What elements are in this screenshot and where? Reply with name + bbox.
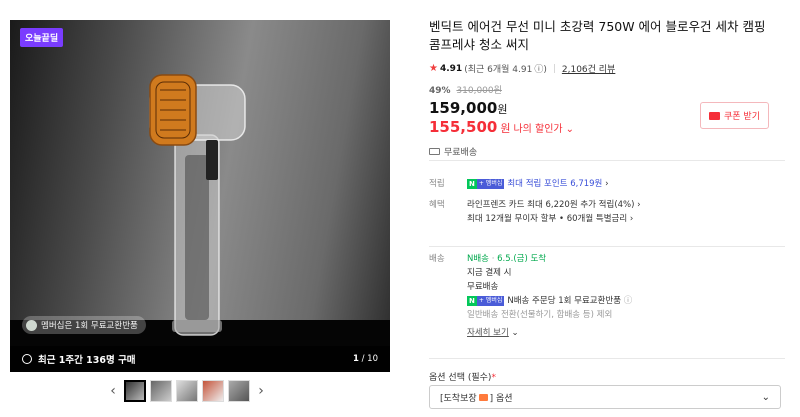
exchange-text: N배송 주문당 1회 무료교환반품 [507,296,622,306]
recent-buy-bar: 최근 1주간 136명 구매 1 / 10 [10,346,390,372]
coupon-button[interactable]: 쿠폰 받기 [700,102,769,129]
chevron-down-icon: ⌄ [565,124,575,135]
product-image-gallery[interactable]: 오늘끝딜 멤버십은 1회 무료교환반품 최근 1주간 136명 구매 1 / 1… [10,20,390,372]
card-benefit-row: 혜택 라인프렌즈 카드 최대 6,220원 추가 적립(4%) › 최대 12개… [429,198,641,226]
clock-icon [22,354,32,364]
membership-chip: 멤버십은 1회 무료교환반품 [22,316,146,334]
recent-buy-text: 최근 1주간 136명 구매 [38,355,136,366]
image-pager: 1 / 10 [353,354,378,364]
rating-recent: (최근 6개월 4.91 [464,65,533,75]
points-text: 최대 적립 포인트 6,719원 [507,179,603,189]
free-shipping-row: 무료배송 [429,145,785,158]
chevron-right-icon: › [637,200,641,210]
required-mark: * [491,373,496,383]
free-shipping-text: 무료배송 [444,148,478,158]
chevron-right-icon: › [605,179,609,189]
thumbnail-5[interactable] [228,380,250,402]
more-details-link[interactable]: 자세히 보기 ⌄ [467,326,519,340]
delivery-row: 배송 N배송 · 6.5.(금) 도착 지금 결제 시 무료배송 N + 멤버십 N… [429,252,632,340]
today-deal-badge: 오늘끝딜 [20,28,64,47]
delivery-key: 배송 [429,254,445,264]
npay-membership-badge: N + 멤버십 [467,295,505,306]
sale-price-value: 159,000 [429,99,498,117]
star-icon: ★ [429,63,438,74]
option-select-suffix: ] 옵션 [489,393,513,404]
card-line-1-text: 라인프렌즈 카드 최대 6,220원 추가 적립(4%) [467,200,635,210]
info-icon[interactable]: ⓘ [624,296,633,306]
prev-image-button[interactable]: ‹ [106,383,120,399]
coupon-icon [709,111,721,120]
info-icon[interactable]: ⓘ) [534,62,547,75]
delivery-values: N배송 · 6.5.(금) 도착 지금 결제 시 무료배송 N + 멤버십 N배송 … [467,254,633,340]
delivery-free-text: 무료배송 [467,282,499,292]
option-select[interactable]: [도착보장 ] 옵션 ⌄ [429,385,781,409]
pager-current: 1 [352,354,359,364]
card-line-2-text: 최대 12개월 무이자 할부 • 60개월 특별금리 [467,214,628,224]
order-now-text: 지금 결제 시 [467,268,512,278]
product-title: 벤딕트 에어건 무선 미니 초강력 750W 에어 블로우건 세차 캠핑 콤프레… [429,19,766,52]
product-info-panel: 벤딕트 에어건 무선 미니 초강력 750W 에어 블로우건 세차 캠핑 콤프레… [429,18,785,409]
general-delivery-text: 일반배송 전환(선물하기, 합배송 등) 제외 [467,310,613,320]
rating-row: ★ 4.91 (최근 6개월 4.91 ⓘ) | 2,106건 리뷰 [429,62,785,75]
chevron-right-icon: › [629,214,634,224]
my-price-value: 155,500 [429,118,498,136]
rating-divider: | [552,63,556,74]
option-label: 옵션 선택 (필수)* [429,370,496,383]
membership-text: 멤버십은 1회 무료교환반품 [41,321,138,331]
card-values: 라인프렌즈 카드 최대 6,220원 추가 적립(4%) › 최대 12개월 무… [467,198,641,226]
my-price-unit: 원 [500,122,511,135]
my-price-label: 나의 할인가 [513,124,563,135]
truck-badge-icon [478,393,488,401]
arrival-date: 6.5.(금) 도착 [497,254,547,264]
thumbnail-1[interactable] [124,380,146,402]
option-select-prefix: [도착보장 [440,393,477,404]
next-image-button[interactable]: › [254,383,268,399]
card-line-2[interactable]: 최대 12개월 무이자 할부 • 60개월 특별금리 › [467,214,633,224]
membership-icon [26,319,37,331]
chevron-down-icon: ⌄ [511,328,519,338]
divider [429,160,785,161]
divider [429,358,785,359]
thumbnail-2[interactable] [150,380,172,402]
coupon-label: 쿠폰 받기 [724,112,760,122]
chevron-down-icon: ⌄ [761,391,770,403]
card-key: 혜택 [429,200,445,210]
thumbnail-3[interactable] [176,380,198,402]
points-row: 적립 N + 멤버십 최대 적립 포인트 6,719원 › [429,177,608,191]
points-key: 적립 [429,179,445,189]
sale-price-unit: 원 [497,103,508,116]
reviews-link[interactable]: 2,106건 리뷰 [562,62,615,75]
original-price: 310,000원 [456,86,502,96]
thumbnail-strip: ‹ › [106,380,268,402]
discount-rate: 49% [429,86,451,96]
pager-total: / 10 [361,354,378,364]
npay-n: N [467,178,477,189]
more-details-text: 자세히 보기 [467,328,509,338]
npay-membership-badge: N + 멤버십 [467,178,505,189]
thumbnail-4[interactable] [202,380,224,402]
card-line-1[interactable]: 라인프렌즈 카드 최대 6,220원 추가 적립(4%) › [467,200,641,210]
n-delivery-badge: N배송 [467,254,489,264]
truck-icon [429,148,440,155]
npay-n: N [467,295,477,306]
option-label-text: 옵션 선택 (필수) [429,373,492,383]
points-value[interactable]: N + 멤버십 최대 적립 포인트 6,719원 › [467,177,608,191]
divider [429,246,785,247]
discount-row: 49% 310,000원 [429,83,785,96]
npay-membership: + 멤버십 [476,178,505,189]
rating-score: 4.91 [439,63,463,74]
npay-membership: + 멤버십 [476,295,505,306]
